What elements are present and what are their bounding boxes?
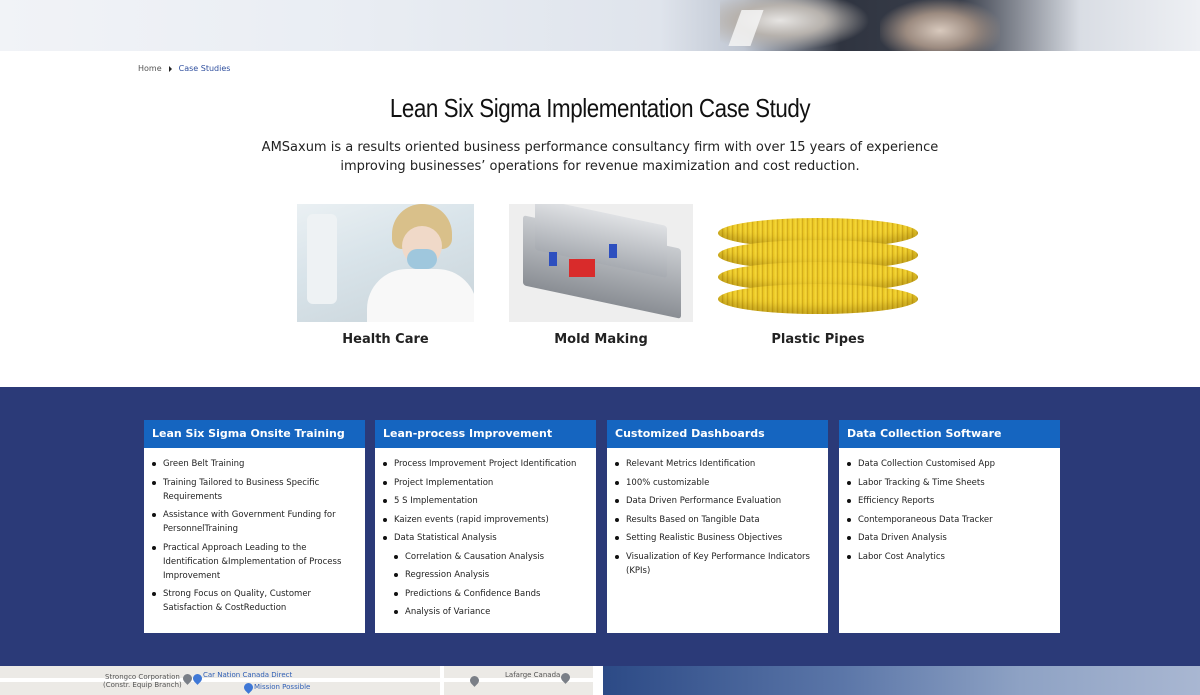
mold-red-block-shape xyxy=(569,259,595,277)
list-item: Process Improvement Project Identificati… xyxy=(383,457,590,471)
mold-connector-shape xyxy=(549,252,557,266)
list-item: Efficiency Reports xyxy=(847,494,1054,508)
list-item: Data Statistical Analysis xyxy=(383,531,590,545)
map-label: Strongco Corporation xyxy=(105,673,180,681)
list-item: Setting Realistic Business Objectives xyxy=(615,531,822,545)
list-item: Data Driven Performance Evaluation xyxy=(615,494,822,508)
list-item: Kaizen events (rapid improvements) xyxy=(383,513,590,527)
service-card-title: Data Collection Software xyxy=(839,420,1060,448)
case-plastic-pipes[interactable]: Plastic Pipes xyxy=(716,204,920,347)
sub-list-item: Regression Analysis xyxy=(394,568,590,582)
service-card-dashboards: Customized Dashboards Relevant Metrics I… xyxy=(607,420,828,633)
list-item: Training Tailored to Business Specific R… xyxy=(152,476,359,504)
list-item: Assistance with Government Funding for P… xyxy=(152,508,359,536)
mask-shape xyxy=(407,249,437,269)
breadcrumb-home-link[interactable]: Home xyxy=(138,64,162,73)
breadcrumb-current[interactable]: Case Studies xyxy=(179,64,231,73)
service-list: Process Improvement Project Identificati… xyxy=(375,448,596,619)
map-road xyxy=(440,666,444,695)
list-item: Relevant Metrics Identification xyxy=(615,457,822,471)
service-list: Green Belt Training Training Tailored to… xyxy=(144,448,365,615)
page-title: Lean Six Sigma Implementation Case Study xyxy=(389,93,811,123)
case-label[interactable]: Health Care xyxy=(297,332,474,347)
breadcrumb-separator-icon xyxy=(168,65,172,72)
case-label[interactable]: Mold Making xyxy=(509,332,693,347)
map-label: Mission Possible xyxy=(254,683,311,691)
pipe-coil-shape xyxy=(718,284,918,314)
map-pin-icon[interactable] xyxy=(468,674,481,687)
service-card-lean-process: Lean-process Improvement Process Improve… xyxy=(375,420,596,633)
service-card-title: Customized Dashboards xyxy=(607,420,828,448)
list-item: Labor Tracking & Time Sheets xyxy=(847,476,1054,490)
list-item: Results Based on Tangible Data xyxy=(615,513,822,527)
case-label[interactable]: Plastic Pipes xyxy=(716,332,920,347)
plastic-pipes-image xyxy=(716,204,920,322)
list-item: Project Implementation xyxy=(383,476,590,490)
coat-shape xyxy=(367,269,474,322)
map-label: Car Nation Canada Direct xyxy=(203,671,293,679)
mold-connector-shape xyxy=(609,244,617,258)
location-map[interactable]: Strongco Corporation (Constr. Equip Bran… xyxy=(0,666,593,695)
hero-banner-image xyxy=(0,0,1200,51)
list-item: Data Driven Analysis xyxy=(847,531,1054,545)
health-care-image xyxy=(297,204,474,322)
intro-text: AMSaxum is a results oriented business p… xyxy=(261,140,939,174)
map-label: (Constr. Equip Branch) xyxy=(103,681,182,689)
service-list: Data Collection Customised App Labor Tra… xyxy=(839,448,1060,564)
map-pin-icon[interactable] xyxy=(191,672,204,685)
list-item: Strong Focus on Quality, Customer Satisf… xyxy=(152,587,359,615)
footer-banner-image xyxy=(603,666,1200,695)
map-pin-icon[interactable] xyxy=(242,681,255,694)
case-mold-making[interactable]: Mold Making xyxy=(509,204,693,347)
service-card-title: Lean-process Improvement xyxy=(375,420,596,448)
list-item: 100% customizable xyxy=(615,476,822,490)
list-item: 5 S Implementation xyxy=(383,494,590,508)
case-health-care[interactable]: Health Care xyxy=(297,204,474,347)
sub-list-item: Analysis of Variance xyxy=(394,605,590,619)
list-item: Contemporaneous Data Tracker xyxy=(847,513,1054,527)
list-item: Labor Cost Analytics xyxy=(847,550,1054,564)
list-item: Practical Approach Leading to the Identi… xyxy=(152,541,359,583)
mold-making-image xyxy=(509,204,693,322)
sub-list-item: Predictions & Confidence Bands xyxy=(394,587,590,601)
breadcrumb: Home Case Studies xyxy=(138,64,230,73)
sub-list-item: Correlation & Causation Analysis xyxy=(394,550,590,564)
list-item: Visualization of Key Performance Indicat… xyxy=(615,550,822,578)
dental-lamp-shape xyxy=(307,214,337,304)
list-item: Data Collection Customised App xyxy=(847,457,1054,471)
map-label: Lafarge Canada xyxy=(505,671,561,679)
service-card-training: Lean Six Sigma Onsite Training Green Bel… xyxy=(144,420,365,633)
service-list: Relevant Metrics Identification 100% cus… xyxy=(607,448,828,578)
hero-hand-shape xyxy=(880,0,1000,51)
service-card-data-collection: Data Collection Software Data Collection… xyxy=(839,420,1060,633)
list-item: Green Belt Training xyxy=(152,457,359,471)
service-card-title: Lean Six Sigma Onsite Training xyxy=(144,420,365,448)
